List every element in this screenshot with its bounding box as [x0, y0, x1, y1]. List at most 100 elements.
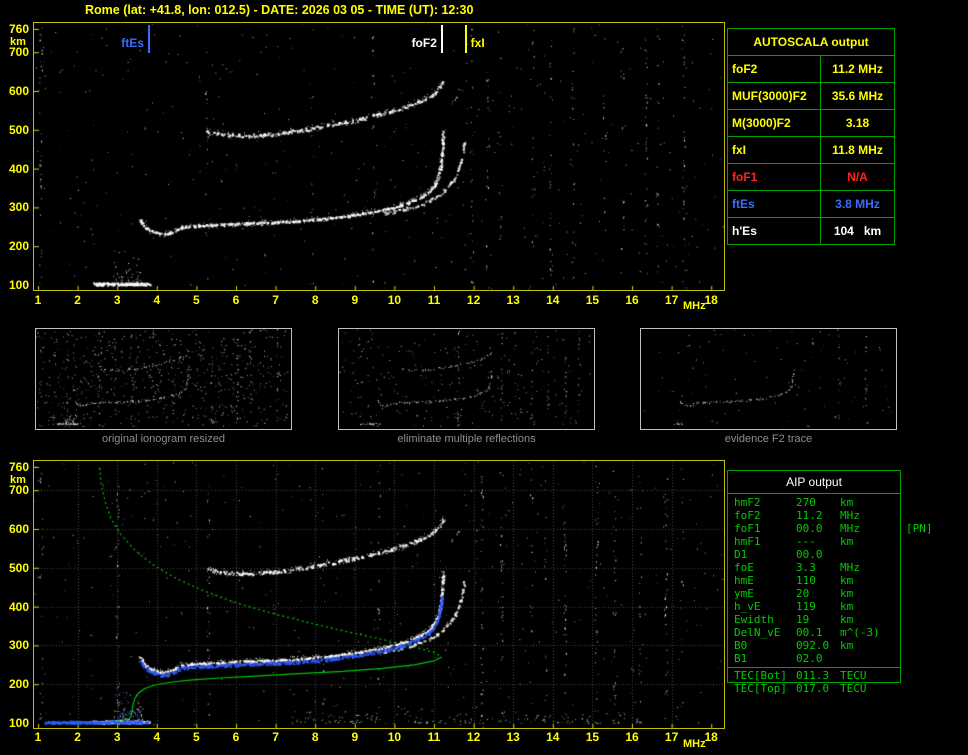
- aip-row-name: hmF1: [734, 535, 761, 548]
- y-axis-tick-label: 300: [8, 638, 29, 653]
- aip-table-row: hmF2 270 km: [728, 496, 900, 509]
- y-axis-tick-label: 760: [8, 459, 29, 474]
- x-axis-tick-label: 13: [506, 730, 520, 744]
- aip-row-unit: m^(-3): [840, 626, 880, 639]
- x-axis-tick-label: 13: [506, 293, 520, 307]
- aip-row-extra: [PN]: [906, 522, 933, 535]
- x-axis-tick-label: 5: [193, 293, 200, 307]
- x-axis-tick-label: 14: [546, 730, 560, 744]
- top-ionogram-canvas: [33, 22, 725, 291]
- aip-table-row: Ewidth 19 km: [728, 613, 900, 626]
- autoscala-table-row: h'Es 104 km: [728, 218, 894, 244]
- autoscala-table-row: MUF(3000)F2 35.6 MHz: [728, 83, 894, 110]
- y-axis-tick-label: 500: [8, 122, 29, 137]
- x-axis-tick-label: 18: [704, 293, 718, 307]
- autoscala-table-row: ftEs 3.8 MHz: [728, 191, 894, 218]
- aip-row-unit: km: [840, 496, 854, 509]
- x-axis-tick-label: 9: [351, 293, 359, 307]
- x-axis-tick-label: 18: [704, 730, 718, 744]
- aip-row-value: 119: [796, 600, 816, 613]
- aip-output-table: AIP output hmF2 270 km foF2 11.2 MHz foF1 00.0 M…: [727, 470, 933, 683]
- y-axis-tick-label: 400: [8, 161, 29, 176]
- x-axis-tick-label: 7: [272, 730, 279, 744]
- x-axis-tick-label: 11: [427, 293, 441, 307]
- autoscala-row-value: 35.6 MHz: [831, 89, 884, 103]
- aip-row-name: h_vE: [734, 600, 761, 613]
- aip-table-row: TEC[Bot] 011.3 TECU: [728, 669, 900, 682]
- aip-table-row: TEC[Top] 017.0 TECU: [728, 682, 900, 695]
- aip-row-value: 3.3: [796, 561, 816, 574]
- aip-table-row: B0 092.0 km: [728, 639, 900, 652]
- y-axis-tick-label: 200: [8, 677, 29, 692]
- y-axis-tick-label: 760: [8, 21, 29, 36]
- x-axis-tick-label: 11: [427, 730, 441, 744]
- thumbnail-canvas-f2trace: [641, 329, 894, 427]
- marker-label-fxI: fxI: [470, 36, 485, 50]
- aip-row-value: 00.1: [796, 626, 823, 639]
- y-axis-tick-label: 200: [8, 239, 29, 254]
- x-axis-tick-label: 15: [585, 730, 600, 744]
- autoscala-row-label: foF1: [728, 164, 821, 190]
- aip-row-unit: MHz: [840, 561, 860, 574]
- bottom-ionogram-canvas: [33, 460, 725, 729]
- x-axis-tick-label: 3: [113, 730, 121, 744]
- autoscala-table-rows: foF2 11.2 MHz MUF(3000)F2 35.6 MHz M(3000)F2…: [728, 56, 894, 244]
- x-axis-tick-label: 17: [664, 730, 679, 744]
- aip-table-header: AIP output: [728, 471, 900, 494]
- aip-row-name: Ewidth: [734, 613, 774, 626]
- x-axis-tick-label: 4: [153, 293, 161, 307]
- x-axis-tick-label: 9: [351, 730, 359, 744]
- x-axis-tick-label: 7: [272, 293, 279, 307]
- x-axis-tick-label: 17: [664, 293, 679, 307]
- x-axis-tick-label: 2: [74, 730, 81, 744]
- aip-tec-bot-row-holder: TEC[Bot] 011.3 TECU: [728, 669, 900, 682]
- thumbnail-canvas-reflections: [339, 329, 592, 427]
- x-axis-tick-label: 16: [625, 730, 639, 744]
- autoscala-table-header: AUTOSCALA output: [728, 29, 894, 56]
- aip-row-name: ymE: [734, 587, 754, 600]
- aip-row-name: B1: [734, 652, 748, 665]
- aip-row-value: 110: [796, 574, 816, 587]
- y-axis-tick-label: 500: [8, 560, 29, 575]
- x-axis-tick-label: 16: [625, 293, 639, 307]
- aip-row-name: foF1: [734, 522, 761, 535]
- aip-row-value: 011.3: [796, 669, 830, 682]
- aip-row-value: 017.0: [796, 682, 830, 695]
- aip-row-unit: km: [840, 600, 854, 613]
- aip-row-name: TEC[Bot]: [734, 669, 787, 682]
- autoscala-row-value: 104 km: [833, 224, 882, 238]
- marker-line-ftEs: [147, 25, 150, 53]
- thumbnail-f2-trace: [640, 328, 897, 430]
- aip-row-unit: TECU: [840, 669, 867, 682]
- autoscala-row-value: N/A: [847, 170, 868, 184]
- autoscala-row-value: 11.2 MHz: [832, 62, 883, 76]
- aip-row-name: TEC[Top]: [734, 682, 787, 695]
- aip-table-rows: hmF2 270 km foF2 11.2 MHz foF1 00.0 MHz [PN] hmF1 -…: [728, 494, 933, 665]
- autoscala-row-label: h'Es: [728, 218, 821, 244]
- thumbnail-original-ionogram: [35, 328, 292, 430]
- aip-table-row: hmE 110 km: [728, 574, 900, 587]
- autoscala-table-row: foF2 11.2 MHz: [728, 56, 894, 83]
- aip-table-row: h_vE 119 km: [728, 600, 900, 613]
- aip-row-value: 092.0: [796, 639, 830, 652]
- aip-table-row: DelN_vE 00.1 m^(-3): [728, 626, 900, 639]
- autoscala-row-label: foF2: [728, 56, 821, 82]
- autoscala-row-label: M(3000)F2: [728, 110, 821, 136]
- aip-tec-top-row-holder: TEC[Top] 017.0 TECU: [728, 682, 900, 695]
- aip-table-row: B1 02.0: [728, 652, 900, 665]
- x-axis-tick-label: 12: [466, 730, 481, 744]
- aip-row-name: DelN_vE: [734, 626, 781, 639]
- aip-table-row: foE 3.3 MHz: [728, 561, 900, 574]
- aip-row-name: D1: [734, 548, 748, 561]
- y-axis-tick-label: 700: [8, 483, 29, 498]
- aip-row-value: 02.0: [796, 652, 823, 665]
- aip-row-value: 270: [796, 496, 816, 509]
- aip-row-value: 20: [796, 587, 810, 600]
- aip-row-unit: TECU: [840, 682, 867, 695]
- aip-table-row: D1 00.0: [728, 548, 900, 561]
- top-ionogram-plot: [33, 22, 725, 291]
- autoscala-row-value: 3.8 MHz: [835, 197, 880, 211]
- thumbnail-caption-f2trace: evidence F2 trace: [724, 433, 813, 445]
- autoscala-output-table: AUTOSCALA output foF2 11.2 MHz MUF(3000)F2…: [727, 28, 895, 245]
- thumbnail-caption-original: original ionogram resized: [102, 433, 225, 445]
